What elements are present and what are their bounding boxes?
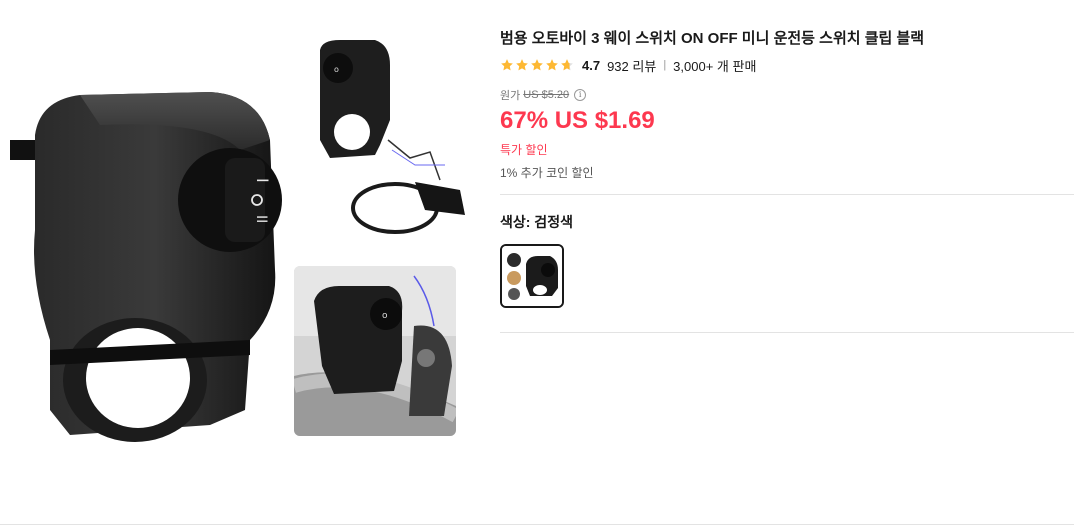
divider [500,332,1074,333]
color-swatch-black[interactable] [500,244,564,308]
bottom-divider [0,524,1074,525]
sold-count: 3,000+ 개 판매 [673,58,757,74]
deal-label: 특가 할인 [500,143,548,157]
svg-text:II: II [253,215,269,223]
coin-discount-text: 1% 추가 코인 할인 [500,166,594,180]
rating-row: 4.7 932 리뷰 | 3,000+ 개 판매 [500,56,1074,74]
star-icon [531,59,543,71]
svg-text:o: o [382,311,388,321]
separator: | [663,59,667,71]
info-icon[interactable]: i [574,89,587,101]
rating-score: 4.7 [582,57,601,73]
divider [500,194,1074,195]
star-icon [516,59,528,71]
star-half-icon [561,59,573,71]
star-rating[interactable] [500,58,574,72]
color-label: 색상: 검정색 [500,214,573,230]
original-price: US $5.20 [523,89,570,101]
svg-text:o: o [334,65,339,74]
review-count-link[interactable]: 932 리뷰 [607,56,656,75]
product-info: 범용 오토바이 3 웨이 스위치 ON OFF 미니 운전등 스위치 클립 블랙… [500,28,1074,333]
product-gallery: I II o o [0,0,470,528]
star-icon [546,59,558,71]
original-price-label: 원가 [500,90,521,102]
product-title: 범용 오토바이 3 웨이 스위치 ON OFF 미니 운전등 스위치 클립 블랙 [500,30,925,47]
original-price-row: 원가 US $5.20 i [500,87,1074,103]
thumbnail-switch-cable[interactable]: o [300,40,465,250]
discount-price: 67% US $1.69 [500,107,655,134]
main-product-image[interactable]: I II [10,80,300,460]
thumbnail-mounted-scene[interactable]: o [294,266,456,436]
svg-text:I: I [253,178,272,183]
star-icon [501,59,513,71]
